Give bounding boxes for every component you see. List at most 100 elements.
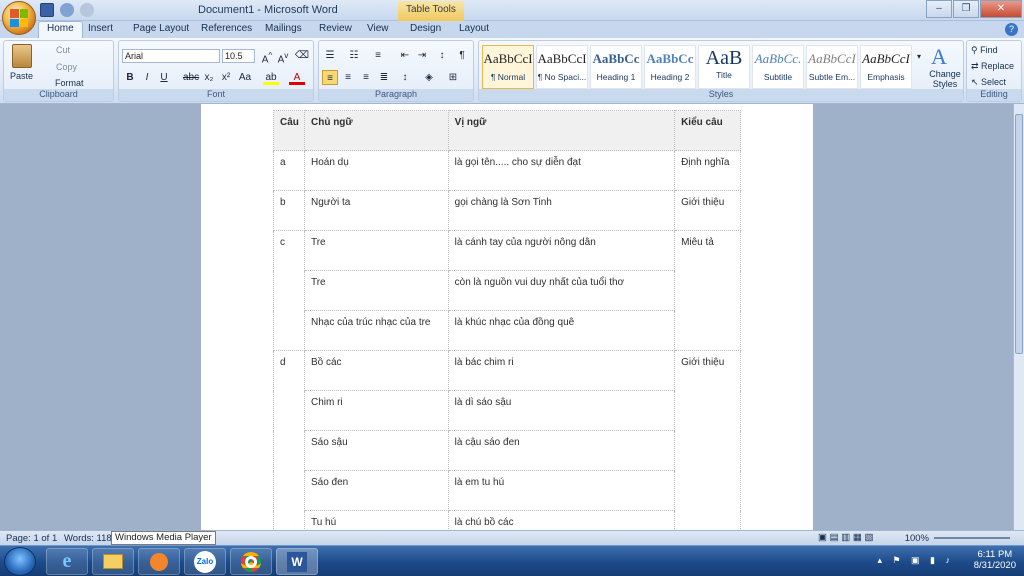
zalo-icon[interactable]: Zalo xyxy=(184,548,226,575)
table-cell[interactable]: a xyxy=(273,150,305,191)
style-heading-1[interactable]: AaBbCc Heading 1 xyxy=(590,45,642,89)
select-button[interactable]: ↖ Select xyxy=(971,77,1006,88)
style-subtitle[interactable]: AaBbCc. Subtitle xyxy=(752,45,804,89)
header-kieu-cau[interactable]: Kiểu câu xyxy=(674,110,741,151)
chrome-icon[interactable] xyxy=(230,548,272,575)
line-spacing-icon[interactable]: ↕ xyxy=(397,70,413,85)
scrollbar-thumb[interactable] xyxy=(1015,114,1023,354)
table-cell[interactable] xyxy=(674,430,741,471)
table-cell[interactable] xyxy=(273,270,305,311)
internet-explorer-icon[interactable]: e xyxy=(46,548,88,575)
table-cell[interactable] xyxy=(273,310,305,351)
table-cell[interactable]: Nhạc của trúc nhạc của tre xyxy=(303,310,449,351)
font-color-icon[interactable]: A xyxy=(289,70,305,85)
tab-references[interactable]: References xyxy=(201,22,252,35)
table-cell[interactable]: Miêu tả xyxy=(674,230,741,271)
decrease-indent-icon[interactable]: ⇤ xyxy=(397,48,413,63)
save-icon[interactable] xyxy=(40,3,54,17)
word-taskbar-icon[interactable]: W xyxy=(276,548,318,575)
document-page[interactable]: Câu Chủ ngữ Vị ngữ Kiểu câu a Hoán dụ là… xyxy=(201,104,813,530)
change-styles-icon[interactable]: A xyxy=(931,44,955,69)
table-cell[interactable] xyxy=(674,270,741,311)
align-center-icon[interactable]: ≡ xyxy=(340,70,356,85)
file-explorer-icon[interactable] xyxy=(92,548,134,575)
start-button[interactable] xyxy=(4,547,36,576)
style-emphasis[interactable]: AaBbCcI Emphasis xyxy=(860,45,912,89)
font-name-select[interactable]: Arial xyxy=(122,49,220,63)
undo-icon[interactable] xyxy=(60,3,74,17)
subscript-icon[interactable]: x₂ xyxy=(201,70,217,85)
tab-review[interactable]: Review xyxy=(319,22,352,35)
table-cell[interactable]: gọi chàng là Sơn Tinh xyxy=(447,190,676,231)
table-cell[interactable]: Tre xyxy=(303,270,449,311)
table-cell[interactable]: là dì sáo sậu xyxy=(447,390,676,431)
restore-button[interactable]: ❐ xyxy=(953,0,979,18)
bold-icon[interactable]: B xyxy=(122,70,138,85)
help-icon[interactable]: ? xyxy=(1005,23,1018,36)
table-cell[interactable]: là gọi tên..... cho sự diễn đạt xyxy=(447,150,676,191)
zoom-level[interactable]: 100% xyxy=(905,533,929,544)
superscript-icon[interactable]: x² xyxy=(218,70,234,85)
clear-format-icon[interactable]: ⌫ xyxy=(294,48,310,63)
table-cell[interactable]: là khúc nhạc của đồng quê xyxy=(447,310,676,351)
table-cell[interactable]: c xyxy=(273,230,305,271)
tab-mailings[interactable]: Mailings xyxy=(265,22,302,35)
underline-icon[interactable]: U xyxy=(156,70,172,85)
document-table[interactable]: Câu Chủ ngữ Vị ngữ Kiểu câu a Hoán dụ là… xyxy=(273,110,741,530)
table-cell[interactable] xyxy=(273,510,305,530)
italic-icon[interactable]: I xyxy=(139,70,155,85)
table-cell[interactable]: là em tu hú xyxy=(447,470,676,511)
replace-button[interactable]: ⇄ Replace xyxy=(971,61,1014,72)
show-formatting-icon[interactable]: ¶ xyxy=(454,48,470,63)
header-vi-ngu[interactable]: Vị ngữ xyxy=(447,110,676,151)
change-styles-button[interactable]: Change Styles xyxy=(925,69,965,89)
table-cell[interactable]: Hoán dụ xyxy=(303,150,449,191)
borders-icon[interactable]: ⊞ xyxy=(445,70,461,85)
table-cell[interactable]: d xyxy=(273,350,305,391)
table-cell[interactable]: là bác chim ri xyxy=(447,350,676,391)
table-cell[interactable]: là chú bồ các xyxy=(447,510,676,530)
numbering-icon[interactable]: ☷ xyxy=(346,48,362,63)
table-cell[interactable] xyxy=(674,390,741,431)
table-cell[interactable]: Định nghĩa xyxy=(674,150,741,191)
vertical-scrollbar[interactable] xyxy=(1013,104,1024,530)
grow-font-icon[interactable]: A^ xyxy=(259,48,275,65)
highlight-icon[interactable]: ab xyxy=(263,70,279,85)
style-no-spacing[interactable]: AaBbCcI ¶ No Spaci... xyxy=(536,45,588,89)
tab-insert[interactable]: Insert xyxy=(88,22,113,35)
find-button[interactable]: ⚲ Find xyxy=(971,45,998,56)
sort-icon[interactable]: ↕ xyxy=(434,48,450,63)
align-right-icon[interactable]: ≡ xyxy=(358,70,374,85)
table-cell[interactable] xyxy=(273,430,305,471)
multilevel-list-icon[interactable]: ≡ xyxy=(370,48,386,63)
font-size-select[interactable]: 10.5 xyxy=(222,49,255,63)
redo-icon[interactable] xyxy=(80,3,94,17)
copy-button[interactable]: Copy xyxy=(56,62,77,72)
table-cell[interactable]: còn là nguồn vui duy nhất của tuổi thơ xyxy=(447,270,676,311)
header-cau[interactable]: Câu xyxy=(273,110,305,151)
tab-page-layout[interactable]: Page Layout xyxy=(133,22,189,35)
style-normal[interactable]: AaBbCcI ¶ Normal xyxy=(482,45,534,89)
clock[interactable]: 6:11 PM 8/31/2020 xyxy=(974,549,1016,571)
table-cell[interactable]: Bồ các xyxy=(303,350,449,391)
table-cell[interactable]: Sáo đen xyxy=(303,470,449,511)
style-heading-2[interactable]: AaBbCc Heading 2 xyxy=(644,45,696,89)
close-button[interactable]: ✕ xyxy=(980,0,1022,18)
tab-view[interactable]: View xyxy=(367,22,389,35)
table-cell[interactable] xyxy=(674,510,741,530)
table-cell[interactable] xyxy=(674,470,741,511)
table-cell[interactable]: là cánh tay của người nông dân xyxy=(447,230,676,271)
styles-more-icon[interactable]: ▾ xyxy=(914,49,924,64)
paste-button[interactable]: Paste xyxy=(10,71,33,81)
table-cell[interactable] xyxy=(674,310,741,351)
shrink-font-icon[interactable]: Av xyxy=(275,48,291,65)
strikethrough-icon[interactable]: abc xyxy=(183,70,199,85)
change-case-icon[interactable]: Aa xyxy=(237,70,253,85)
minimize-button[interactable]: – xyxy=(926,0,952,18)
word-count[interactable]: Words: 118 xyxy=(64,533,112,544)
table-cell[interactable]: Tre xyxy=(303,230,449,271)
paste-icon[interactable] xyxy=(12,44,32,68)
office-button[interactable] xyxy=(2,1,36,35)
table-cell[interactable]: Người ta xyxy=(303,190,449,231)
table-cell[interactable]: Tu hú xyxy=(303,510,449,530)
